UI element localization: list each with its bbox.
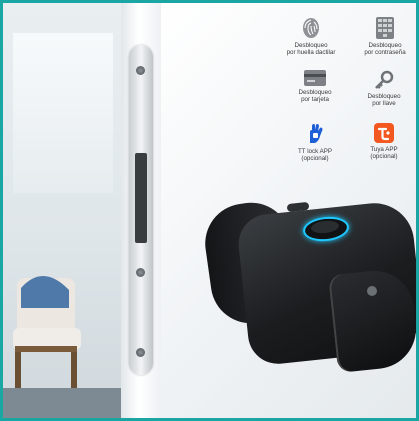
armchair bbox=[13, 275, 81, 396]
feature-fingerprint: Desbloqueo por huella dactilar bbox=[276, 17, 346, 56]
screw-icon bbox=[136, 66, 145, 75]
screw-icon bbox=[136, 348, 145, 357]
feature-password: Desbloqueo por contraseña bbox=[353, 17, 416, 56]
feature-label-line1: TT lock APP bbox=[298, 148, 332, 155]
feature-key: Desbloqueo por llave bbox=[355, 70, 413, 107]
keypad-icon bbox=[376, 17, 394, 39]
latch-hole bbox=[135, 153, 147, 243]
tt-lock-app-icon bbox=[310, 124, 323, 143]
feature-label-line1: Desbloqueo bbox=[298, 89, 332, 96]
room-background bbox=[3, 3, 121, 418]
feature-label-line2: (opcional) bbox=[301, 155, 329, 162]
feature-label-line2: por contraseña bbox=[364, 49, 406, 56]
screw-icon bbox=[136, 268, 145, 277]
feature-label-line1: Desbloqueo bbox=[368, 42, 402, 49]
feature-tt-lock-app: TT lock APP (opcional) bbox=[286, 123, 344, 162]
feature-label-line2: por huella dactilar bbox=[286, 49, 336, 56]
fingerprint-icon bbox=[303, 18, 319, 38]
tuya-app-icon bbox=[374, 123, 394, 143]
floor bbox=[3, 388, 121, 418]
feature-label-line2: por tarjeta bbox=[301, 96, 329, 103]
feature-label-line2: por llave bbox=[372, 100, 396, 107]
feature-label-line1: Tuya APP bbox=[370, 146, 398, 153]
feature-label-line1: Desbloqueo bbox=[294, 42, 328, 49]
feature-card: Desbloqueo por tarjeta bbox=[286, 70, 344, 103]
feature-tuya-app: Tuya APP (opcional) bbox=[355, 123, 413, 160]
key-icon bbox=[375, 70, 394, 89]
feature-label-line2: (opcional) bbox=[370, 153, 398, 160]
card-icon bbox=[304, 70, 326, 86]
screw-icon bbox=[367, 286, 377, 296]
window-light bbox=[13, 33, 113, 193]
product-image-frame: Desbloqueo por huella dactilar Desbloque… bbox=[0, 0, 419, 421]
feature-label-line1: Desbloqueo bbox=[367, 93, 401, 100]
